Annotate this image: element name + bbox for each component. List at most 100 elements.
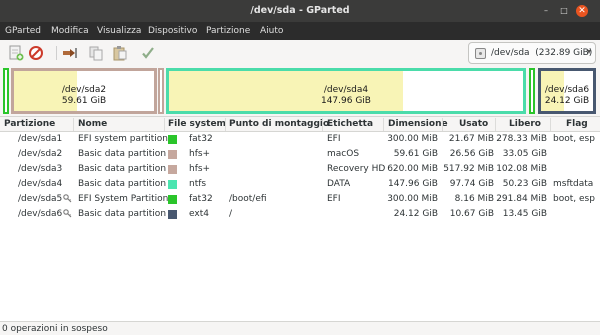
partition-map-size: 24.12 GiB: [544, 96, 590, 106]
copy-icon[interactable]: [88, 45, 104, 61]
cell-name: Basic data partition: [78, 209, 167, 219]
device-selector-text: /dev/sda (232.89 GiB): [491, 48, 592, 58]
cell-partition: /dev/sda4: [18, 179, 63, 189]
cell-free: 33.05 GiB: [502, 149, 547, 159]
cell-partition: /dev/sda2: [18, 149, 63, 159]
column-divider: [73, 118, 74, 131]
menu-gparted[interactable]: GParted: [5, 26, 41, 36]
apply-icon[interactable]: [140, 45, 156, 61]
disk-map-sda5[interactable]: [529, 68, 535, 114]
table-row[interactable]: /dev/sda6 Basic data partition ext4 / 24…: [0, 207, 600, 222]
cell-used: 517.92 MiB: [443, 164, 494, 174]
menu-modifica[interactable]: Modifica: [51, 26, 89, 36]
cell-partition: /dev/sda6: [18, 209, 63, 219]
cell-free: 13.45 GiB: [502, 209, 547, 219]
col-flags[interactable]: Flag: [566, 119, 588, 129]
col-used[interactable]: Usato: [459, 119, 488, 129]
col-partition[interactable]: Partizione: [4, 119, 55, 129]
cell-mountpoint: /boot/efi: [229, 194, 267, 204]
delete-icon[interactable]: [28, 45, 44, 61]
partition-table: Partizione Nome File system Punto di mon…: [0, 116, 600, 321]
partition-map-size: 59.61 GiB: [61, 96, 107, 106]
resize-move-icon[interactable]: [62, 45, 78, 61]
partition-map-name: /dev/sda4: [323, 85, 369, 95]
cell-label: macOS: [327, 149, 360, 159]
column-divider: [550, 118, 551, 131]
partition-map-name: /dev/sda2: [61, 85, 107, 95]
disk-map: /dev/sda2 59.61 GiB /dev/sda4 147.96 GiB…: [0, 66, 600, 116]
menu-bar: GParted Modifica Visualizza Dispositivo …: [0, 22, 600, 40]
cell-used: 97.74 GiB: [449, 179, 494, 189]
partition-label: /dev/sda2 59.61 GiB: [14, 85, 154, 107]
cell-size: 300.00 MiB: [387, 134, 438, 144]
cell-flags: boot, esp: [553, 194, 595, 204]
column-divider: [164, 118, 165, 131]
cell-filesystem: hfs+: [189, 149, 211, 159]
filesystem-color-swatch: [168, 150, 177, 159]
cell-filesystem: hfs+: [189, 164, 211, 174]
column-divider: [442, 118, 443, 131]
cell-used: 8.16 MiB: [454, 194, 494, 204]
partition-label: /dev/sda6 24.12 GiB: [541, 85, 593, 107]
key-icon: [63, 194, 72, 203]
cell-name: EFI system partition: [78, 134, 168, 144]
pending-operations-text: 0 operazioni in sospeso: [2, 324, 108, 334]
close-button[interactable]: ✕: [576, 5, 588, 17]
cell-free: 278.33 MiB: [496, 134, 547, 144]
disk-map-sda1[interactable]: [3, 68, 9, 114]
disk-map-sda4[interactable]: /dev/sda4 147.96 GiB: [166, 68, 526, 114]
filesystem-color-swatch: [168, 180, 177, 189]
cell-used: 26.56 GiB: [449, 149, 494, 159]
table-header: Partizione Nome File system Punto di mon…: [0, 117, 600, 132]
table-row[interactable]: /dev/sda5 EFI System Partition fat32 /bo…: [0, 192, 600, 207]
col-filesystem[interactable]: File system: [168, 119, 226, 129]
cell-free: 291.84 MiB: [496, 194, 547, 204]
cell-filesystem: fat32: [189, 194, 213, 204]
cell-free: 102.08 MiB: [496, 164, 547, 174]
table-row[interactable]: /dev/sda1 EFI system partition fat32 EFI…: [0, 132, 600, 147]
filesystem-color-swatch: [168, 135, 177, 144]
new-partition-icon[interactable]: [8, 45, 24, 61]
disk-map-sda2[interactable]: /dev/sda2 59.61 GiB: [11, 68, 157, 114]
menu-aiuto[interactable]: Aiuto: [260, 26, 283, 36]
cell-flags: boot, esp: [553, 134, 595, 144]
cell-partition: /dev/sda1: [18, 134, 63, 144]
disk-map-sda3[interactable]: [158, 68, 164, 114]
filesystem-color-swatch: [168, 195, 177, 204]
paste-icon[interactable]: [112, 45, 128, 61]
cell-partition: /dev/sda3: [18, 164, 63, 174]
menu-partizione[interactable]: Partizione: [206, 26, 250, 36]
cell-size: 147.96 GiB: [387, 179, 438, 189]
cell-flags: msftdata: [553, 179, 594, 189]
cell-used: 21.67 MiB: [448, 134, 494, 144]
col-free[interactable]: Libero: [509, 119, 541, 129]
cell-partition: /dev/sda5: [18, 194, 63, 204]
table-row[interactable]: /dev/sda3 Basic data partition hfs+ Reco…: [0, 162, 600, 177]
device-size: (232.89 GiB): [535, 48, 593, 58]
partition-map-size: 147.96 GiB: [320, 96, 371, 106]
device-selector[interactable]: /dev/sda (232.89 GiB) ▾: [468, 42, 596, 64]
cell-filesystem: fat32: [189, 134, 213, 144]
minimize-button[interactable]: –: [540, 5, 552, 17]
cell-size: 300.00 MiB: [387, 194, 438, 204]
col-mountpoint[interactable]: Punto di montaggio: [229, 119, 329, 129]
maximize-button[interactable]: □: [558, 5, 570, 17]
col-size[interactable]: Dimensione: [388, 119, 448, 129]
col-name[interactable]: Nome: [78, 119, 107, 129]
menu-dispositivo[interactable]: Dispositivo: [148, 26, 197, 36]
menu-visualizza[interactable]: Visualizza: [97, 26, 141, 36]
cell-label: DATA: [327, 179, 351, 189]
window-title: /dev/sda - GParted: [250, 5, 350, 16]
key-icon: [63, 209, 72, 218]
table-row[interactable]: /dev/sda4 Basic data partition ntfs DATA…: [0, 177, 600, 192]
cell-size: 620.00 MiB: [387, 164, 438, 174]
col-label[interactable]: Etichetta: [327, 119, 373, 129]
partition-label: /dev/sda4 147.96 GiB: [169, 85, 523, 107]
table-row[interactable]: /dev/sda2 Basic data partition hfs+ macO…: [0, 147, 600, 162]
disk-map-sda6[interactable]: /dev/sda6 24.12 GiB: [538, 68, 596, 114]
column-divider: [322, 118, 323, 131]
cell-label: EFI: [327, 134, 341, 144]
column-divider: [495, 118, 496, 131]
cell-size: 24.12 GiB: [393, 209, 438, 219]
cell-name: Basic data partition: [78, 164, 167, 174]
